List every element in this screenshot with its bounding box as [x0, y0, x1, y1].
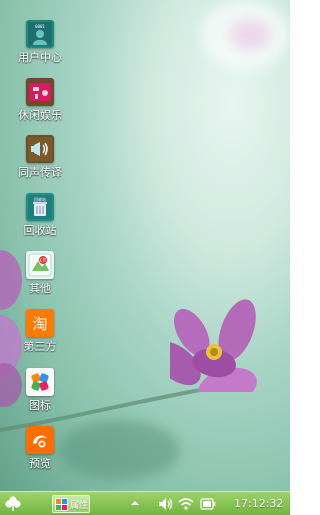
user-center-badge-text: 0001	[35, 24, 45, 29]
properties-app-icon	[55, 497, 68, 511]
taskbar-window-label: 属性	[70, 500, 89, 511]
desktop-icon-label: 图标	[29, 399, 51, 412]
desktop-icon-label: 用户中心	[18, 51, 62, 64]
desktop-icon-icons[interactable]: 图标	[10, 368, 70, 412]
desktop-icon-label: 回收站	[23, 224, 57, 237]
taobao-icon: 淘	[26, 309, 54, 337]
desktop-icon-label: 同声传译	[18, 166, 62, 179]
desktop-icon-other[interactable]: CIT 其他	[10, 251, 70, 295]
desktop-icon-recycle-bin[interactable]: 回收站 回收站	[10, 193, 70, 237]
recycle-bin-badge-text: 回收站	[34, 196, 46, 202]
tray-expand-icon[interactable]	[130, 498, 140, 508]
start-button[interactable]	[0, 492, 26, 515]
desktop-icon-entertainment[interactable]: 休闲娱乐	[10, 78, 70, 122]
volume-icon[interactable]	[158, 497, 174, 511]
battery-icon[interactable]	[200, 498, 216, 510]
desktop-icon-label: 其他	[29, 282, 51, 295]
taobao-char: 淘	[32, 315, 47, 333]
wifi-icon[interactable]	[178, 497, 194, 511]
wallpaper-blur-flower	[230, 20, 270, 50]
desktop-icon-translation[interactable]: 同声传译	[10, 135, 70, 179]
desktop-icon-label: 第三方	[23, 340, 57, 353]
taskbar: 属性 17:12:32	[0, 491, 290, 515]
translation-icon	[26, 135, 54, 163]
icons-app-icon	[26, 368, 54, 396]
desktop-icon-label: 预览	[29, 457, 51, 470]
desktop-icon-user-center[interactable]: 0001 用户中心	[10, 20, 70, 64]
desktop-icon-third-party[interactable]: 淘 第三方	[10, 309, 70, 353]
desktop: 0001 用户中心 休闲娱乐 同声传译 回收站 回收站 CIT 其他 淘 第三方…	[0, 0, 290, 515]
wallpaper-flower	[170, 299, 257, 392]
desktop-icon-label: 休闲娱乐	[18, 109, 62, 122]
taskbar-clock[interactable]: 17:12:32	[234, 497, 283, 510]
taskbar-window-button[interactable]: 属性	[52, 495, 90, 513]
entertainment-icon	[26, 78, 54, 106]
user-center-icon: 0001	[26, 20, 54, 48]
recycle-bin-icon: 回收站	[26, 193, 54, 221]
desktop-icon-preview[interactable]: 预览	[10, 426, 70, 470]
uc-browser-icon	[26, 426, 54, 454]
other-badge-text: CIT	[40, 258, 47, 263]
clover-icon	[5, 496, 21, 511]
other-apps-icon: CIT	[26, 251, 54, 279]
